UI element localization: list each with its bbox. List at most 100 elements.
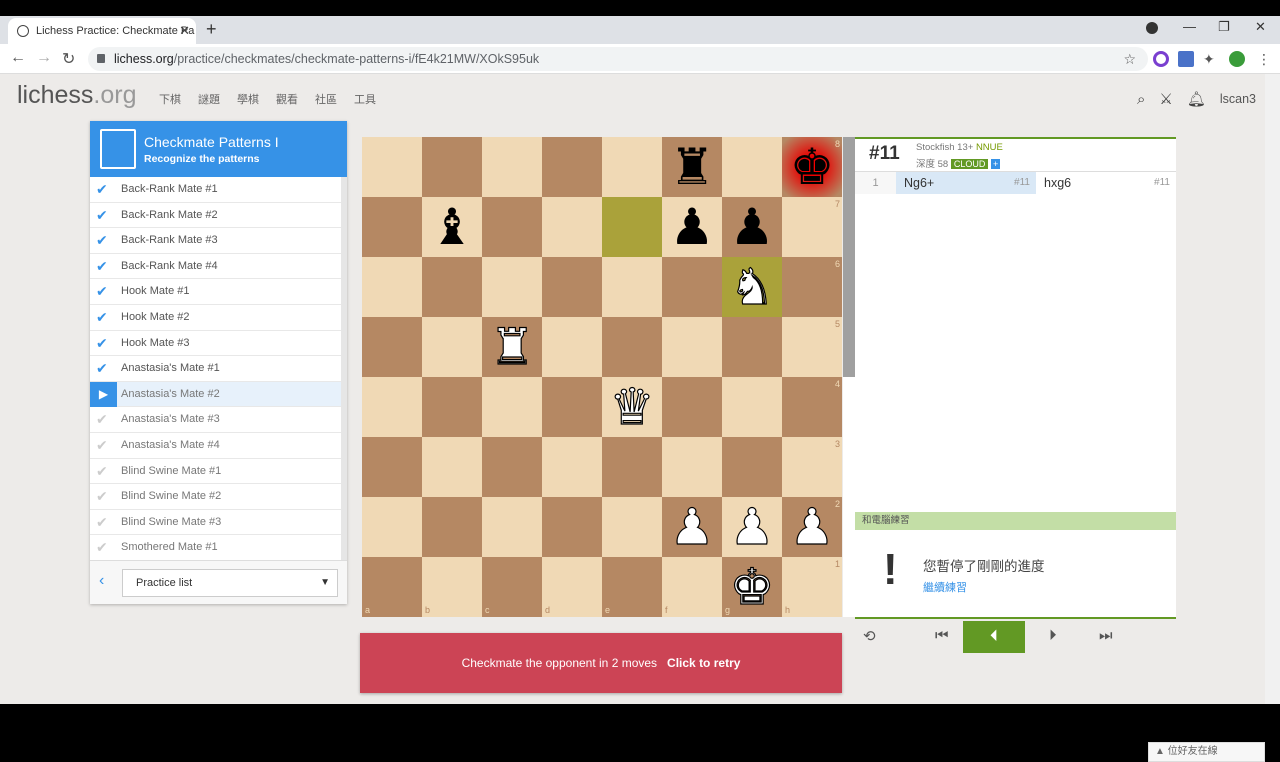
- search-icon[interactable]: ⌕: [1137, 91, 1145, 108]
- square-h4[interactable]: 4: [782, 377, 842, 437]
- square-g5[interactable]: [722, 317, 782, 377]
- first-move-icon[interactable]: ⏮: [935, 627, 949, 644]
- square-d3[interactable]: [542, 437, 602, 497]
- forward-icon[interactable]: →: [36, 49, 52, 67]
- save-extension-icon[interactable]: [1178, 51, 1194, 67]
- square-b2[interactable]: [422, 497, 482, 557]
- square-c3[interactable]: [482, 437, 542, 497]
- retry-banner[interactable]: Checkmate the opponent in 2 moves Click t…: [360, 633, 842, 693]
- square-f1[interactable]: f: [662, 557, 722, 617]
- square-f6[interactable]: [662, 257, 722, 317]
- square-d6[interactable]: [542, 257, 602, 317]
- practice-step[interactable]: ✔ Anastasia's Mate #4: [90, 433, 341, 459]
- page-scrollbar[interactable]: [1265, 74, 1280, 704]
- continue-practice-link[interactable]: 繼續練習: [923, 579, 967, 595]
- practice-step[interactable]: ✔ Blind Swine Mate #3: [90, 510, 341, 536]
- square-g4[interactable]: [722, 377, 782, 437]
- practice-step[interactable]: ✔ Blind Swine Mate #2: [90, 484, 341, 510]
- user-menu[interactable]: lscan3: [1220, 92, 1256, 106]
- square-a3[interactable]: [362, 437, 422, 497]
- black-piece-icon[interactable]: ♟: [670, 199, 715, 255]
- white-move[interactable]: Ng6+ #11: [896, 172, 1036, 194]
- reload-icon[interactable]: ↻: [62, 49, 75, 69]
- square-g2[interactable]: ♟: [722, 497, 782, 557]
- chessboard[interactable]: ♜ ♚ 8 ♝ ♟ ♟ 7 ♞ 6 ♜ 5 ♛ 4 3 ♟ ♟ ♟ 2 a b c d e f ♚ g 1 h: [362, 137, 842, 617]
- new-tab-icon[interactable]: +: [206, 19, 217, 40]
- square-c2[interactable]: [482, 497, 542, 557]
- restore-icon[interactable]: ❐: [1218, 19, 1230, 35]
- square-b5[interactable]: [422, 317, 482, 377]
- white-piece-icon[interactable]: ♜: [489, 318, 535, 375]
- white-piece-icon[interactable]: ♚: [729, 558, 775, 615]
- square-c6[interactable]: [482, 257, 542, 317]
- nav-watch[interactable]: 觀看: [276, 91, 298, 107]
- notifications-bell-icon[interactable]: 🔔︎: [1187, 90, 1206, 108]
- square-f4[interactable]: [662, 377, 722, 437]
- browser-tab[interactable]: Lichess Practice: Checkmate Pa ✕: [8, 18, 196, 44]
- nav-puzzles[interactable]: 謎題: [198, 91, 220, 107]
- practice-step[interactable]: ✔ Smothered Mate #1: [90, 535, 341, 561]
- practice-step[interactable]: ✔ Hook Mate #2: [90, 305, 341, 331]
- square-f8[interactable]: ♜: [662, 137, 722, 197]
- next-move-icon[interactable]: ⏵: [1049, 627, 1057, 644]
- profile-dropdown-icon[interactable]: [1146, 22, 1158, 34]
- square-h2[interactable]: ♟ 2: [782, 497, 842, 557]
- black-move[interactable]: hxg6 #11: [1036, 172, 1176, 194]
- black-piece-icon[interactable]: ♚: [790, 139, 835, 195]
- square-h8[interactable]: ♚ 8: [782, 137, 842, 197]
- practice-step[interactable]: ✔ Anastasia's Mate #3: [90, 407, 341, 433]
- square-a8[interactable]: [362, 137, 422, 197]
- browser-menu-icon[interactable]: ⋮: [1257, 51, 1273, 67]
- square-f3[interactable]: [662, 437, 722, 497]
- square-f5[interactable]: [662, 317, 722, 377]
- black-piece-icon[interactable]: ♜: [670, 139, 715, 195]
- square-e8[interactable]: [602, 137, 662, 197]
- square-a1[interactable]: a: [362, 557, 422, 617]
- white-piece-icon[interactable]: ♞: [729, 258, 775, 315]
- square-c4[interactable]: [482, 377, 542, 437]
- practice-step[interactable]: ✔ Hook Mate #1: [90, 279, 341, 305]
- square-d1[interactable]: d: [542, 557, 602, 617]
- friends-online[interactable]: ▲ 位好友在線: [1148, 742, 1265, 762]
- white-piece-icon[interactable]: ♟: [789, 498, 835, 555]
- square-h3[interactable]: 3: [782, 437, 842, 497]
- nav-community[interactable]: 社區: [315, 91, 337, 107]
- flip-board-icon[interactable]: ⟲: [863, 627, 876, 645]
- square-e3[interactable]: [602, 437, 662, 497]
- extension-circle-icon[interactable]: [1153, 51, 1169, 67]
- site-logo[interactable]: lichess.org: [17, 81, 137, 110]
- square-f2[interactable]: ♟: [662, 497, 722, 557]
- square-h6[interactable]: 6: [782, 257, 842, 317]
- square-b6[interactable]: [422, 257, 482, 317]
- square-d8[interactable]: [542, 137, 602, 197]
- square-a4[interactable]: [362, 377, 422, 437]
- practice-step[interactable]: ✔ Back-Rank Mate #2: [90, 203, 341, 229]
- square-e4[interactable]: ♛: [602, 377, 662, 437]
- square-g8[interactable]: [722, 137, 782, 197]
- white-piece-icon[interactable]: ♟: [669, 498, 715, 555]
- prev-move-button[interactable]: ⏴: [963, 621, 1025, 653]
- square-e5[interactable]: [602, 317, 662, 377]
- white-piece-icon[interactable]: ♟: [729, 498, 775, 555]
- square-b1[interactable]: b: [422, 557, 482, 617]
- square-c1[interactable]: c: [482, 557, 542, 617]
- square-c8[interactable]: [482, 137, 542, 197]
- last-move-icon[interactable]: ⏭: [1099, 627, 1113, 644]
- square-d5[interactable]: [542, 317, 602, 377]
- square-a2[interactable]: [362, 497, 422, 557]
- url-field[interactable]: lichess.org/practice/checkmates/checkmat…: [88, 47, 1148, 71]
- puzzle-extensions-icon[interactable]: ✦: [1203, 51, 1219, 67]
- square-g3[interactable]: [722, 437, 782, 497]
- square-a5[interactable]: [362, 317, 422, 377]
- square-a6[interactable]: [362, 257, 422, 317]
- square-e1[interactable]: e: [602, 557, 662, 617]
- square-g7[interactable]: ♟: [722, 197, 782, 257]
- square-g6[interactable]: ♞: [722, 257, 782, 317]
- black-piece-icon[interactable]: ♟: [730, 199, 775, 255]
- square-e7[interactable]: [602, 197, 662, 257]
- chevron-left-icon[interactable]: ‹: [99, 572, 104, 590]
- square-h7[interactable]: 7: [782, 197, 842, 257]
- white-piece-icon[interactable]: ♛: [609, 378, 655, 435]
- bookmark-star-icon[interactable]: ☆: [1123, 47, 1136, 71]
- practice-step[interactable]: ✔ Blind Swine Mate #1: [90, 459, 341, 485]
